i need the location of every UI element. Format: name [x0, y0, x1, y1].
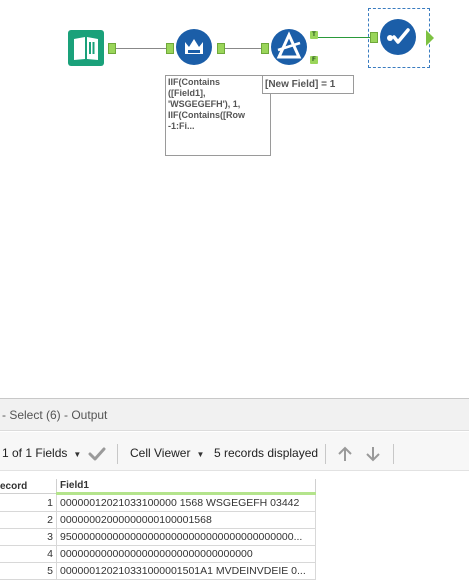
filter-tool[interactable]	[270, 28, 308, 66]
field1-cell[interactable]: 000000000000000000000000000000000	[56, 545, 316, 563]
cell-viewer-dropdown[interactable]: Cell Viewer ▼	[130, 432, 204, 476]
field1-cell[interactable]: 00000012021033100000 1568 WSGEGEFH 03442	[56, 493, 316, 512]
formula-output-anchor[interactable]	[217, 43, 225, 54]
toolbar-divider	[325, 444, 326, 464]
table-row[interactable]: 2 00000002000000000100001568	[0, 511, 316, 529]
table-row[interactable]: 3 95000000000000000000000000000000000000…	[0, 528, 316, 546]
arrow-up-icon	[338, 446, 352, 461]
scroll-up-button[interactable]	[336, 432, 354, 474]
results-grid: ecord Field1 1 00000012021033100000 1568…	[0, 479, 316, 580]
record-number: 5	[0, 562, 57, 580]
workflow-canvas[interactable]: T F IIF(Contains ([Field1], 'WSGEGEFH'),…	[0, 0, 469, 398]
results-title: - Select (6) - Output	[0, 399, 469, 431]
input-output-anchor[interactable]	[108, 43, 116, 54]
filter-icon	[271, 29, 307, 65]
arrow-down-icon	[366, 446, 380, 462]
filter-true-anchor[interactable]: T	[310, 31, 318, 39]
field1-cell[interactable]: 00000002000000000100001568	[56, 511, 316, 529]
filter-annotation: [New Field] = 1	[262, 75, 354, 94]
toolbar-divider	[393, 444, 394, 464]
check-icon	[88, 447, 106, 461]
connection-formula-filter	[225, 48, 265, 49]
select-check-icon	[380, 19, 416, 55]
formula-annotation: IIF(Contains ([Field1], 'WSGEGEFH'), 1, …	[165, 75, 271, 156]
filter-input-anchor[interactable]	[261, 43, 269, 54]
select-output-anchor[interactable]	[426, 30, 434, 46]
formula-input-anchor[interactable]	[166, 43, 174, 54]
field1-column-header[interactable]: Field1	[56, 479, 316, 495]
cell-viewer-label: Cell Viewer	[130, 446, 191, 460]
input-data-tool[interactable]	[68, 30, 104, 66]
book-icon	[68, 30, 104, 66]
record-number: 3	[0, 528, 57, 546]
table-row[interactable]: 1 00000012021033100000 1568 WSGEGEFH 034…	[0, 493, 316, 512]
record-number: 2	[0, 511, 57, 529]
apply-check-button[interactable]	[88, 432, 106, 474]
select-tool[interactable]	[379, 18, 417, 56]
filter-false-anchor[interactable]: F	[310, 56, 318, 64]
table-row[interactable]: 5 000000120210331000001501A1 MVDEINVDEIE…	[0, 562, 316, 580]
scroll-down-button[interactable]	[364, 432, 382, 474]
chevron-down-icon: ▼	[73, 450, 82, 459]
field1-cell[interactable]: 000000120210331000001501A1 MVDEINVDEIE 0…	[56, 562, 316, 580]
results-pane: - Select (6) - Output 1 of 1 Fields ▼ Cel…	[0, 398, 469, 586]
record-number: 4	[0, 545, 57, 563]
formula-tool[interactable]	[175, 28, 213, 66]
formula-icon	[176, 29, 212, 65]
toolbar-divider	[117, 444, 118, 464]
connection-input-formula	[116, 48, 170, 49]
record-column-header[interactable]: ecord	[0, 479, 57, 494]
record-number: 1	[0, 493, 57, 512]
fields-dropdown[interactable]: 1 of 1 Fields ▼	[2, 432, 81, 476]
fields-label: 1 of 1 Fields	[2, 446, 68, 460]
connection-filter-select	[318, 37, 370, 38]
records-displayed: 5 records displayed	[214, 446, 319, 460]
table-row[interactable]: 4 000000000000000000000000000000000	[0, 545, 316, 563]
field1-cell[interactable]: 9500000000000000000000000000000000000000…	[56, 528, 316, 546]
results-toolbar: 1 of 1 Fields ▼ Cell Viewer ▼ 5 records di…	[0, 432, 469, 471]
chevron-down-icon: ▼	[196, 450, 205, 459]
